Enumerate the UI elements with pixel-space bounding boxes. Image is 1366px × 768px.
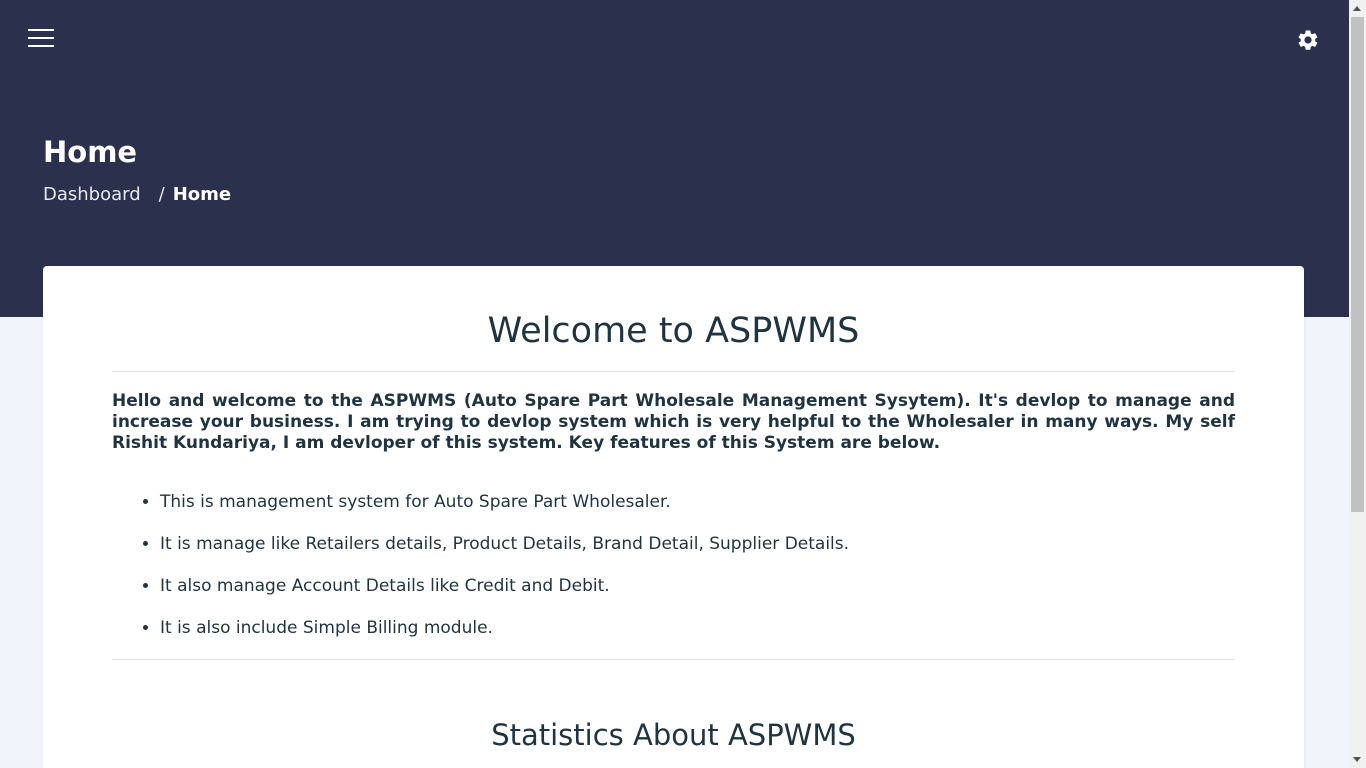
feature-item: It also manage Account Details like Cred… [160,575,1283,597]
features-divider [112,659,1235,660]
scroll-down-arrow-icon[interactable] [1353,757,1361,762]
scroll-up-arrow-icon[interactable] [1353,6,1361,11]
welcome-card: Welcome to ASPWMS Hello and welcome to t… [43,266,1304,768]
breadcrumb: Dashboard / Home [43,182,231,208]
title-divider [112,371,1235,372]
intro-paragraph: Hello and welcome to the ASPWMS (Auto Sp… [112,391,1235,453]
breadcrumb-separator: / [158,184,165,205]
welcome-title: Welcome to ASPWMS [487,311,860,351]
feature-item: It is manage like Retailers details, Pro… [160,533,1283,555]
breadcrumb-current: Home [172,184,232,205]
feature-item: This is management system for Auto Spare… [160,491,1283,513]
vertical-scrollbar[interactable] [1349,0,1366,768]
breadcrumb-dashboard-link[interactable]: Dashboard [43,184,141,205]
gear-icon[interactable] [1296,28,1320,52]
page-title: Home [43,135,138,169]
feature-item: It is also include Simple Billing module… [160,617,1283,639]
statistics-title: Statistics About ASPWMS [491,718,856,752]
scrollbar-thumb[interactable] [1351,17,1364,512]
page: Home Dashboard / Home Welcome to ASPWMS He… [0,0,1349,768]
hamburger-menu-icon[interactable] [28,28,54,48]
features-list: This is management system for Auto Spare… [112,491,1283,659]
